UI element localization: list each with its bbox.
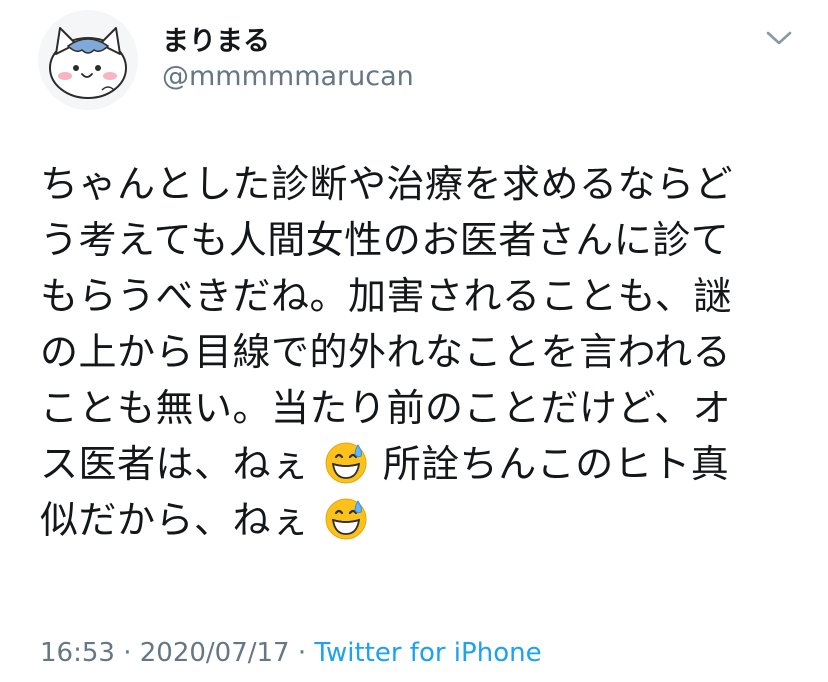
tweet-text-line: う考えても人間女性のお医者さんに診て xyxy=(40,218,730,262)
tweet-date[interactable]: 2020/07/17 xyxy=(140,638,290,668)
tweet-text-line: もらうべきだね。加害されることも、謎 xyxy=(40,274,732,318)
meta-separator: · xyxy=(297,638,307,668)
tweet-text-segment: ス医者は、ねぇ xyxy=(40,442,310,486)
grinning-sweat-emoji-icon xyxy=(325,442,367,484)
tweet-text-line: ちゃんとした診断や治療を求めるならど xyxy=(40,162,734,206)
tweet-source-link[interactable]: Twitter for iPhone xyxy=(314,638,541,668)
tweet-text-line: ス医者は、ねぇ 所詮ちんこのヒト真 xyxy=(40,436,800,492)
meta-separator: · xyxy=(123,638,132,668)
grinning-sweat-emoji-icon xyxy=(325,498,367,540)
tweet-time[interactable]: 16:53 xyxy=(40,638,115,668)
avatar[interactable] xyxy=(38,10,138,110)
tweet-text-segment: 似だから、ねぇ xyxy=(40,498,310,542)
chevron-down-icon[interactable] xyxy=(764,26,794,50)
cat-avatar-icon xyxy=(49,27,127,99)
tweet-meta: 16:53 · 2020/07/17 · Twitter for iPhone xyxy=(40,636,542,670)
tweet-text: ちゃんとした診断や治療を求めるならど う考えても人間女性のお医者さんに診て もら… xyxy=(40,156,800,548)
tweet-text-line: 似だから、ねぇ xyxy=(40,492,800,548)
tweet-text-line: ことも無い。当たり前のことだけど、オ xyxy=(40,386,732,430)
tweet-text-line: の上から目線で的外れなことを言われる xyxy=(40,330,732,374)
tweet-text-segment: 所詮ちんこのヒト真 xyxy=(382,442,730,486)
tweet-card: まりまる @mmmmmarucan ちゃんとした診断や治療を求めるならど う考え… xyxy=(0,0,828,682)
user-handle[interactable]: @mmmmmarucan xyxy=(162,60,414,94)
display-name[interactable]: まりまる xyxy=(162,26,270,58)
